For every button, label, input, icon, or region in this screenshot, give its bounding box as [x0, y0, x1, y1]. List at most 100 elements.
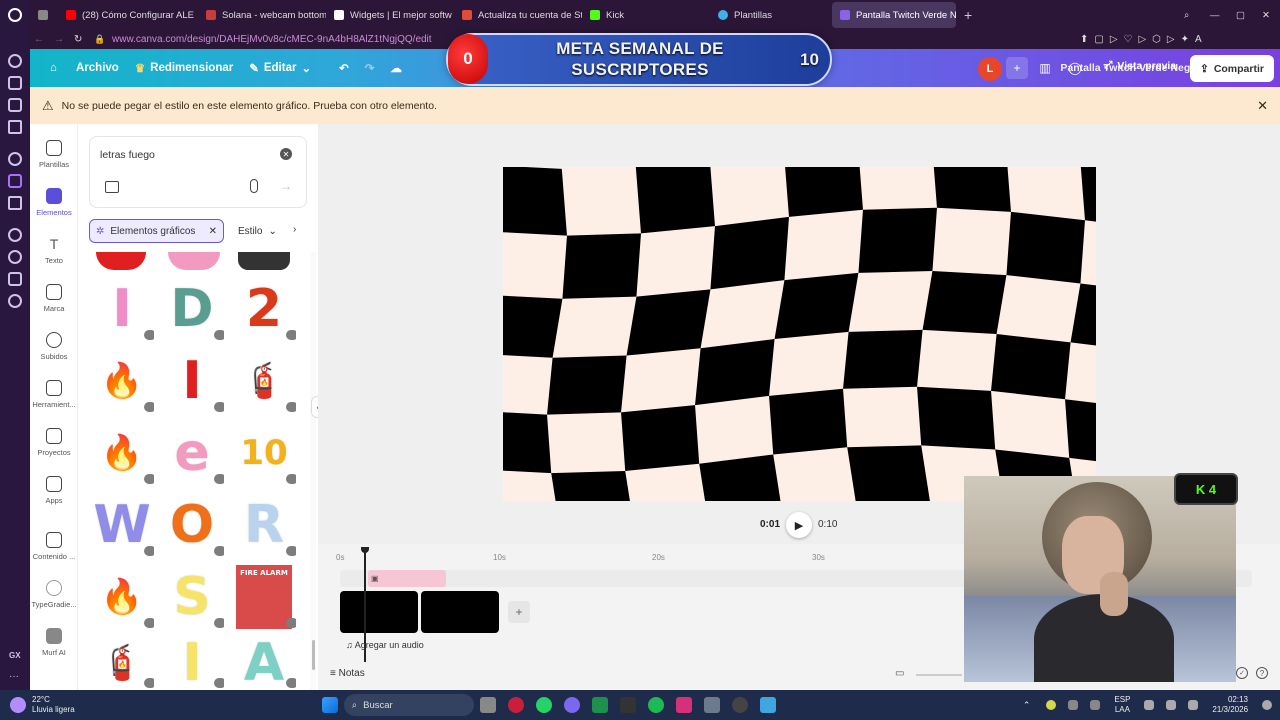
graphic-tile[interactable]: D: [160, 276, 224, 342]
tab-widgets[interactable]: Widgets | El mejor softw: [326, 2, 454, 28]
excel-taskbar-icon[interactable]: [591, 697, 608, 713]
close-window-button[interactable]: ✕: [1254, 2, 1280, 28]
tray-chevron-icon[interactable]: ⌃: [1023, 700, 1031, 711]
graphic-tile[interactable]: S: [160, 564, 224, 630]
discord-taskbar-icon[interactable]: [563, 697, 580, 713]
graphic-tile[interactable]: 🧯: [90, 636, 154, 690]
panel-scrollbar[interactable]: [310, 252, 316, 690]
filters-scroll-right-icon[interactable]: ›: [293, 224, 296, 235]
tray-app-icon[interactable]: [1068, 700, 1079, 710]
editar-button[interactable]: ✎ Editar ⌄: [241, 61, 319, 75]
opera-logo-icon[interactable]: [8, 8, 22, 22]
clock[interactable]: 02:13 21/3/2026: [1212, 695, 1248, 715]
graphic-tile[interactable]: I: [160, 348, 224, 414]
undo-icon[interactable]: ↶: [331, 61, 357, 75]
graphic-tile[interactable]: W: [90, 492, 154, 558]
design-canvas-checkered[interactable]: [503, 167, 1096, 501]
submit-search-icon[interactable]: →: [280, 179, 292, 193]
rail-proyectos[interactable]: Proyectos: [30, 428, 78, 457]
sidebar-whatsapp-icon[interactable]: [8, 98, 22, 112]
graphic-tile[interactable]: 10: [232, 420, 296, 486]
spotify-taskbar-icon[interactable]: [647, 697, 664, 713]
minimize-button[interactable]: —: [1202, 2, 1228, 28]
opera-gx-taskbar-icon[interactable]: [507, 697, 524, 713]
rail-texto[interactable]: T Texto: [30, 236, 78, 265]
insights-icon[interactable]: ▥: [1034, 57, 1056, 79]
cloud-save-icon[interactable]: ☁: [382, 61, 410, 75]
sidebar-chatgpt-icon[interactable]: [8, 152, 22, 166]
graphic-tile[interactable]: 🔥: [90, 420, 154, 486]
graphic-tile[interactable]: 2: [232, 276, 296, 342]
rail-contenido[interactable]: Contenido ...: [30, 532, 78, 561]
check-icon[interactable]: ✓: [1236, 667, 1248, 679]
volume-icon[interactable]: [1166, 700, 1177, 710]
tray-mic-icon[interactable]: [1090, 700, 1101, 710]
rail-murf-ai[interactable]: Murf AI: [30, 628, 78, 657]
instagram-taskbar-icon[interactable]: [675, 697, 692, 713]
graphic-tile[interactable]: 🔥: [90, 564, 154, 630]
home-icon[interactable]: ⌂: [42, 62, 68, 74]
comment-icon[interactable]: ◯: [1064, 57, 1086, 79]
tab-pantalla-twitch[interactable]: Pantalla Twitch Verde Neg: [832, 2, 956, 28]
graphic-tile[interactable]: A: [232, 636, 296, 690]
obs-taskbar-icon[interactable]: [731, 697, 748, 713]
sidebar-cube-icon[interactable]: [8, 272, 22, 286]
taskbar-search[interactable]: ⌕ Buscar: [343, 694, 474, 716]
sidebar-twitch-icon[interactable]: [8, 174, 22, 188]
rail-marca[interactable]: Marca: [30, 284, 78, 313]
graphic-tile[interactable]: I: [160, 636, 224, 690]
add-page-button[interactable]: +: [508, 601, 530, 623]
language-indicator[interactable]: ESP LAA: [1114, 695, 1130, 715]
tab-menu-icon[interactable]: [30, 2, 58, 28]
sidebar-x-icon[interactable]: [8, 196, 22, 210]
play-button[interactable]: ▶: [786, 512, 812, 538]
reload-icon[interactable]: ↻: [74, 34, 94, 45]
graphic-tile[interactable]: e: [160, 420, 224, 486]
tab-youtube[interactable]: (28) Cómo Configurar ALE: [58, 2, 198, 28]
notification-icon[interactable]: [1262, 700, 1273, 710]
rail-apps[interactable]: Apps: [30, 476, 78, 505]
sidebar-ai-icon[interactable]: [8, 54, 22, 68]
capcut-taskbar-icon[interactable]: [619, 697, 636, 713]
rail-typegradient[interactable]: TypeGradie...: [30, 580, 78, 609]
settings-taskbar-icon[interactable]: [703, 697, 720, 713]
search-input[interactable]: letras fuego: [100, 149, 155, 161]
back-icon[interactable]: ←: [34, 34, 54, 45]
overlay-clip[interactable]: [368, 570, 446, 587]
forward-icon[interactable]: →: [54, 34, 74, 45]
tray-app-icon[interactable]: [1046, 700, 1057, 710]
vista-previa-button[interactable]: ⤢ Vista previa: [1096, 59, 1184, 72]
graphic-tile[interactable]: O: [160, 492, 224, 558]
panel-scroll-thumb[interactable]: [312, 640, 315, 670]
filter-chip-elementos[interactable]: ✲ Elementos gráficos ✕: [89, 219, 224, 243]
graphic-tile[interactable]: I: [90, 276, 154, 342]
rail-herramientas[interactable]: Herramient...: [30, 380, 78, 409]
windows-start-icon[interactable]: [321, 697, 338, 713]
microphone-icon[interactable]: [250, 179, 258, 193]
redo-icon[interactable]: ↷: [357, 61, 383, 75]
new-tab-button[interactable]: +: [956, 2, 978, 28]
tab-plantillas[interactable]: Plantillas: [710, 2, 832, 28]
sidebar-settings-icon[interactable]: [8, 294, 22, 308]
page-clip-2[interactable]: [421, 591, 499, 633]
clear-search-icon[interactable]: ✕: [280, 148, 292, 160]
tab-kick[interactable]: Kick: [582, 2, 710, 28]
weather-widget[interactable]: 22°C Lluvia ligera: [32, 695, 75, 715]
style-dropdown[interactable]: Estilo ⌄: [232, 219, 292, 243]
search-tabs-icon[interactable]: ⌕: [1176, 2, 1202, 28]
remove-filter-icon[interactable]: ✕: [209, 226, 217, 237]
add-audio-button[interactable]: ♫ Agregar un audio: [346, 640, 424, 650]
photos-taskbar-icon[interactable]: [759, 697, 776, 713]
maximize-button[interactable]: ▢: [1228, 2, 1254, 28]
sidebar-music-icon[interactable]: [8, 228, 22, 242]
extension-icons[interactable]: ⬆▢▷♡▷⬡▷✦A: [1080, 34, 1280, 45]
page-view-icon[interactable]: ▭: [895, 668, 904, 679]
sidebar-history-icon[interactable]: [8, 250, 22, 264]
network-icon[interactable]: [1144, 700, 1155, 710]
tab-solana[interactable]: Solana - webcam bottom: [198, 2, 326, 28]
rail-elementos[interactable]: Elementos: [30, 188, 78, 217]
graphic-tile[interactable]: 🧯: [232, 348, 296, 414]
notes-button[interactable]: ≡ Notas: [330, 668, 365, 679]
rail-plantillas[interactable]: Plantillas: [30, 140, 78, 169]
avatar[interactable]: L: [978, 57, 1002, 81]
